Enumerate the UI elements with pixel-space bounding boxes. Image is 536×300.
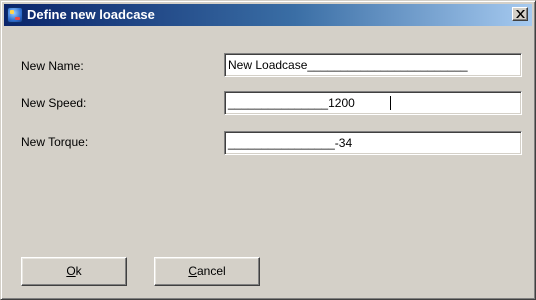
speed-value: _______________1200 [228, 96, 355, 110]
cancel-mnemonic: C [188, 264, 197, 278]
torque-value: ________________-34 [228, 136, 353, 150]
ok-label-rest: k [75, 264, 82, 278]
cancel-label-rest: ancel [196, 264, 226, 278]
close-button[interactable] [512, 7, 528, 21]
torque-input[interactable]: ________________-34 [224, 131, 522, 155]
window-title: Define new loadcase [27, 7, 155, 22]
ok-mnemonic: O [66, 264, 76, 278]
text-caret [390, 96, 391, 110]
dialog-window: Define new loadcase New Name: New Loadca… [0, 0, 536, 300]
name-value: New Loadcase________________________ [228, 58, 468, 72]
name-label: New Name: [21, 59, 84, 73]
torque-label: New Torque: [21, 135, 89, 149]
app-icon[interactable] [7, 7, 23, 23]
cancel-button[interactable]: Cancel [154, 257, 260, 286]
close-icon [516, 10, 525, 18]
speed-input[interactable]: _______________1200 [224, 91, 522, 115]
speed-label: New Speed: [21, 96, 87, 110]
name-input[interactable]: New Loadcase________________________ [224, 53, 522, 77]
ok-button[interactable]: Ok [21, 257, 127, 286]
title-bar[interactable]: Define new loadcase [4, 4, 532, 26]
